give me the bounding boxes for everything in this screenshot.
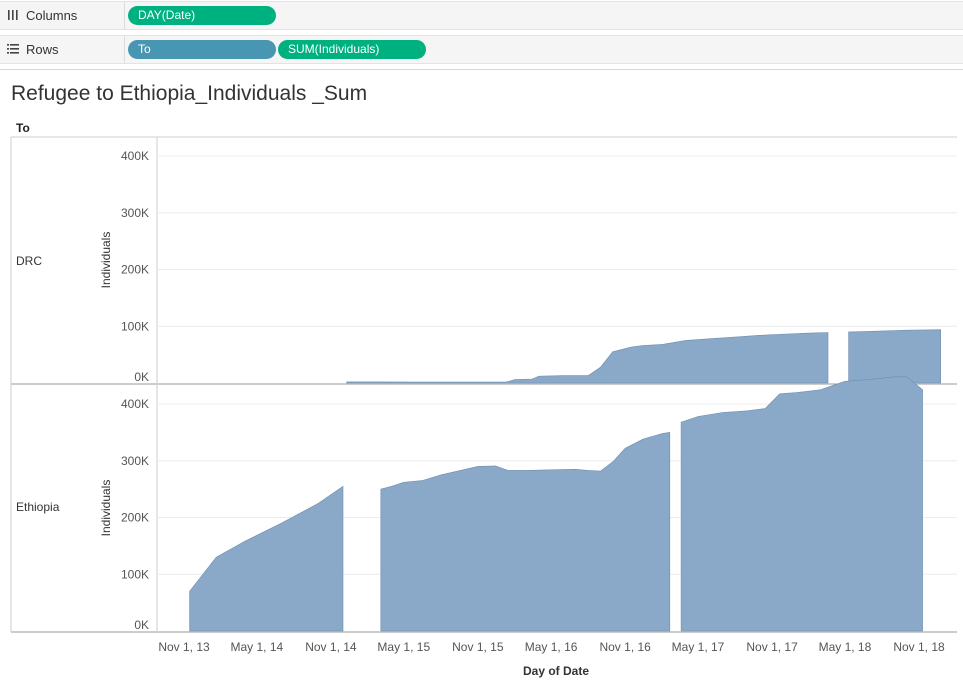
chart-area: 0K 100K 200K 300K 400K Individuals 0K 100K 200K 3… (10, 136, 957, 678)
x-tick-label: May 1, 14 (231, 640, 284, 654)
x-tick-label: Nov 1, 14 (305, 640, 357, 654)
y-tick-label-ethiopia: 300K (121, 454, 149, 468)
area-drc-segment-0 (346, 332, 829, 384)
x-tick-label: Nov 1, 13 (158, 640, 210, 654)
y-tick-label-drc: 200K (121, 263, 149, 277)
x-tick-label: May 1, 16 (525, 640, 578, 654)
area-ethiopia-segment-1 (380, 432, 671, 632)
x-tick-label: Nov 1, 16 (599, 640, 651, 654)
y-tick-label-drc: 300K (121, 206, 149, 220)
y-tick-label-drc: 100K (121, 319, 149, 333)
y-tick-label-drc: 0K (134, 370, 149, 384)
x-tick-label: May 1, 17 (672, 640, 725, 654)
area-ethiopia-segment-0 (189, 485, 344, 632)
y-tick-label-drc: 400K (121, 149, 149, 163)
y-axis-title-drc: Individuals (99, 232, 113, 289)
y-axis-title-ethiopia: Individuals (99, 480, 113, 537)
area-drc-segment-1 (848, 329, 941, 384)
area-ethiopia-segment-2 (680, 376, 923, 632)
y-tick-label-ethiopia: 100K (121, 567, 149, 581)
x-tick-label: Nov 1, 15 (452, 640, 504, 654)
x-axis-title: Day of Date (523, 664, 589, 678)
x-tick-label: Nov 1, 18 (893, 640, 945, 654)
y-tick-label-ethiopia: 0K (134, 618, 149, 632)
x-tick-label: Nov 1, 17 (746, 640, 798, 654)
x-tick-label: May 1, 15 (377, 640, 430, 654)
x-tick-label: May 1, 18 (819, 640, 872, 654)
y-tick-label-ethiopia: 200K (121, 511, 149, 525)
y-tick-label-ethiopia: 400K (121, 397, 149, 411)
